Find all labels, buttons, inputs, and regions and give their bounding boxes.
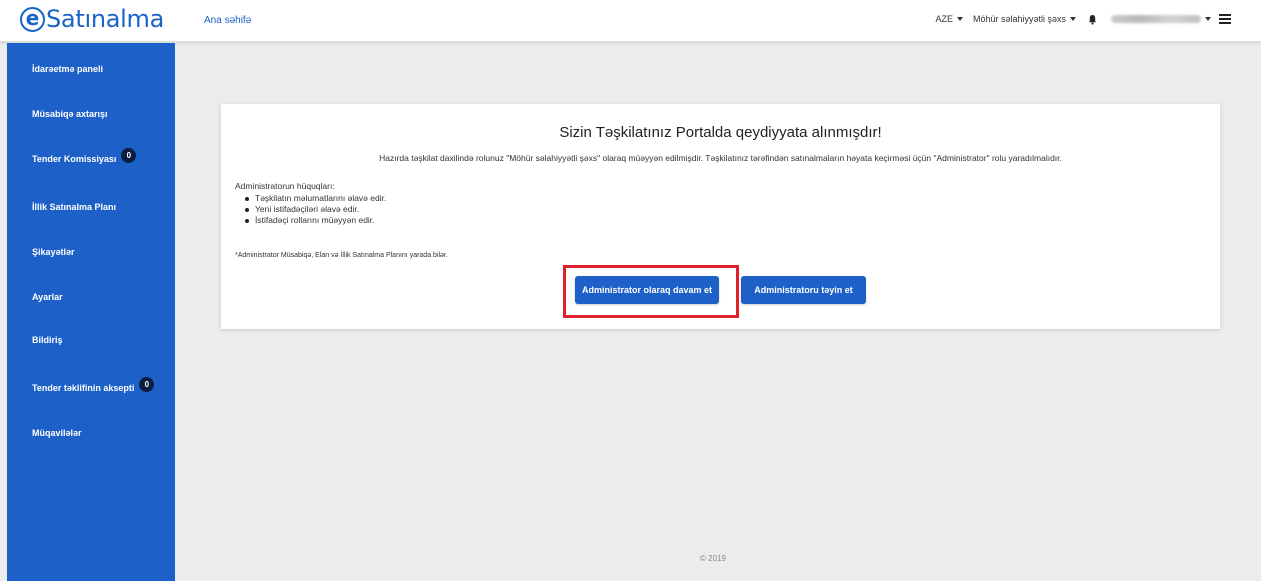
sidebar-item-tender-commission[interactable]: Tender Komissiyası 0: [7, 145, 175, 173]
top-bar: e Satınalma Ana səhifə AZE Möhür səlahiy…: [0, 0, 1261, 42]
sidebar-item-settings[interactable]: Ayarlar: [7, 283, 175, 311]
sidebar-item-annual-plan[interactable]: İllik Satınalma Planı: [7, 193, 175, 221]
sidebar: İdarəetmə paneli Müsabiqə axtarışı Tende…: [7, 43, 175, 581]
sidebar-item-competition-search[interactable]: Müsabiqə axtarışı: [7, 100, 175, 128]
count-badge: 0: [139, 376, 155, 392]
sidebar-item-label: Müsabiqə axtarışı: [32, 109, 108, 119]
chevron-down-icon: [1070, 17, 1076, 21]
chevron-down-icon: [1205, 17, 1211, 21]
admin-note: *Administrator Müsabiqə, Elan və İllik S…: [235, 252, 448, 259]
language-label: AZE: [935, 14, 953, 24]
role-label: Möhür səlahiyyətli şəxs: [972, 14, 1066, 24]
rights-list: Təşkilatın məlumatlarını əlavə edir. Yen…: [245, 193, 386, 226]
bell-icon[interactable]: [1088, 14, 1097, 25]
sidebar-item-tender-acceptance[interactable]: Tender təklifinin aksepti 0: [7, 374, 175, 402]
user-name-blurred: [1111, 15, 1201, 23]
footer-copyright: © 2019: [700, 554, 726, 563]
list-item: Təşkilatın məlumatlarını əlavə edir.: [245, 193, 386, 204]
continue-as-admin-button[interactable]: Administrator olaraq davam et: [575, 276, 719, 304]
role-dropdown[interactable]: Möhür səlahiyyətli şəxs: [973, 14, 1076, 24]
top-right-controls: AZE Möhür səlahiyyətli şəxs: [935, 9, 1231, 29]
logo-e-icon: e: [20, 6, 45, 32]
count-badge: 0: [121, 147, 137, 163]
language-dropdown[interactable]: AZE: [935, 14, 963, 24]
role-description: Hazırda təşkilat daxilində rolunuz "Möhü…: [379, 153, 1062, 163]
sidebar-item-complaints[interactable]: Şikayətlər: [7, 238, 175, 266]
list-item: İstifadəçi rollarını müəyyən edir.: [245, 215, 386, 226]
sidebar-item-label: İllik Satınalma Planı: [32, 202, 117, 212]
sidebar-item-label: Tender təklifinin aksepti: [32, 383, 135, 393]
sidebar-item-label: Bildiriş: [32, 335, 63, 345]
logo-text: Satınalma: [46, 5, 164, 33]
home-link[interactable]: Ana səhifə: [204, 15, 251, 26]
sidebar-item-label: Müqavilələr: [32, 428, 82, 438]
sidebar-item-contracts[interactable]: Müqavilələr: [7, 419, 175, 447]
page-title: Sizin Təşkilatınız Portalda qeydiyyata a…: [559, 124, 882, 141]
sidebar-item-dashboard[interactable]: İdarəetmə paneli: [7, 55, 175, 83]
list-item: Yeni istifadəçiləri əlavə edir.: [245, 204, 386, 215]
sidebar-item-notification[interactable]: Bildiriş: [7, 326, 175, 354]
sidebar-item-label: Şikayətlər: [32, 247, 75, 257]
logo[interactable]: e Satınalma: [20, 2, 164, 36]
rights-heading: Administratorun hüquqları:: [235, 181, 335, 191]
sidebar-item-label: Tender Komissiyası: [32, 154, 117, 164]
sidebar-item-label: Ayarlar: [32, 292, 63, 302]
sidebar-item-label: İdarəetmə paneli: [32, 64, 104, 74]
registration-card: Sizin Təşkilatınız Portalda qeydiyyata a…: [221, 104, 1220, 329]
hamburger-icon[interactable]: [1219, 14, 1231, 24]
chevron-down-icon: [956, 17, 963, 21]
user-dropdown[interactable]: [1105, 15, 1211, 23]
assign-admin-button[interactable]: Administratoru təyin et: [741, 276, 866, 304]
